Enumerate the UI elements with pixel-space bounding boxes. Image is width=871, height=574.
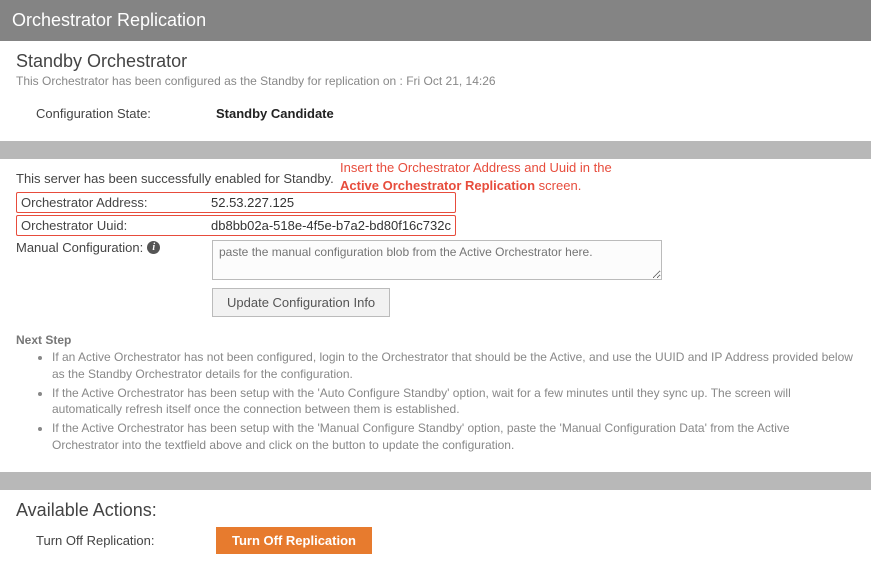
orchestrator-address-label: Orchestrator Address: (21, 195, 211, 210)
annotation-line1: Insert the Orchestrator Address and Uuid… (340, 160, 612, 175)
manual-config-textarea[interactable] (212, 240, 662, 280)
next-step-title: Next Step (16, 333, 855, 347)
config-state-label: Configuration State: (36, 106, 216, 121)
turn-off-row: Turn Off Replication: Turn Off Replicati… (16, 523, 855, 558)
manual-config-row: Manual Configuration: i (16, 240, 855, 280)
next-step-list: If an Active Orchestrator has not been c… (16, 349, 855, 454)
available-actions-title: Available Actions: (16, 500, 855, 521)
orchestrator-address-row: Orchestrator Address: 52.53.227.125 (16, 192, 456, 213)
orchestrator-uuid-label: Orchestrator Uuid: (21, 218, 211, 233)
config-state-value: Standby Candidate (216, 106, 334, 121)
orchestrator-address-value: 52.53.227.125 (211, 195, 294, 210)
next-step-item: If an Active Orchestrator has not been c… (52, 349, 855, 383)
annotation-tail: screen. (535, 178, 581, 193)
config-state-row: Configuration State: Standby Candidate (16, 102, 855, 125)
turn-off-replication-button[interactable]: Turn Off Replication (216, 527, 372, 554)
available-actions-section: Available Actions: Turn Off Replication:… (0, 490, 871, 574)
manual-config-label: Manual Configuration: i (16, 240, 212, 255)
turn-off-label: Turn Off Replication: (36, 533, 216, 548)
next-step-item: If the Active Orchestrator has been setu… (52, 420, 855, 454)
info-icon[interactable]: i (147, 241, 160, 254)
section-divider (0, 141, 871, 159)
orchestrator-uuid-value: db8bb02a-518e-4f5e-b7a2-bd80f16c732c (211, 218, 451, 233)
annotation-callout: Insert the Orchestrator Address and Uuid… (340, 159, 660, 194)
page-title: Orchestrator Replication (12, 10, 206, 30)
standby-summary-section: Standby Orchestrator This Orchestrator h… (0, 41, 871, 141)
orchestrator-uuid-row: Orchestrator Uuid: db8bb02a-518e-4f5e-b7… (16, 215, 456, 236)
section-divider (0, 472, 871, 490)
next-step-item: If the Active Orchestrator has been setu… (52, 385, 855, 419)
page-header: Orchestrator Replication (0, 0, 871, 41)
standby-title: Standby Orchestrator (16, 51, 855, 72)
standby-details-section: Insert the Orchestrator Address and Uuid… (0, 159, 871, 472)
update-config-button[interactable]: Update Configuration Info (212, 288, 390, 317)
annotation-bold: Active Orchestrator Replication (340, 178, 535, 193)
manual-config-label-text: Manual Configuration: (16, 240, 143, 255)
standby-subtext: This Orchestrator has been configured as… (16, 74, 855, 88)
